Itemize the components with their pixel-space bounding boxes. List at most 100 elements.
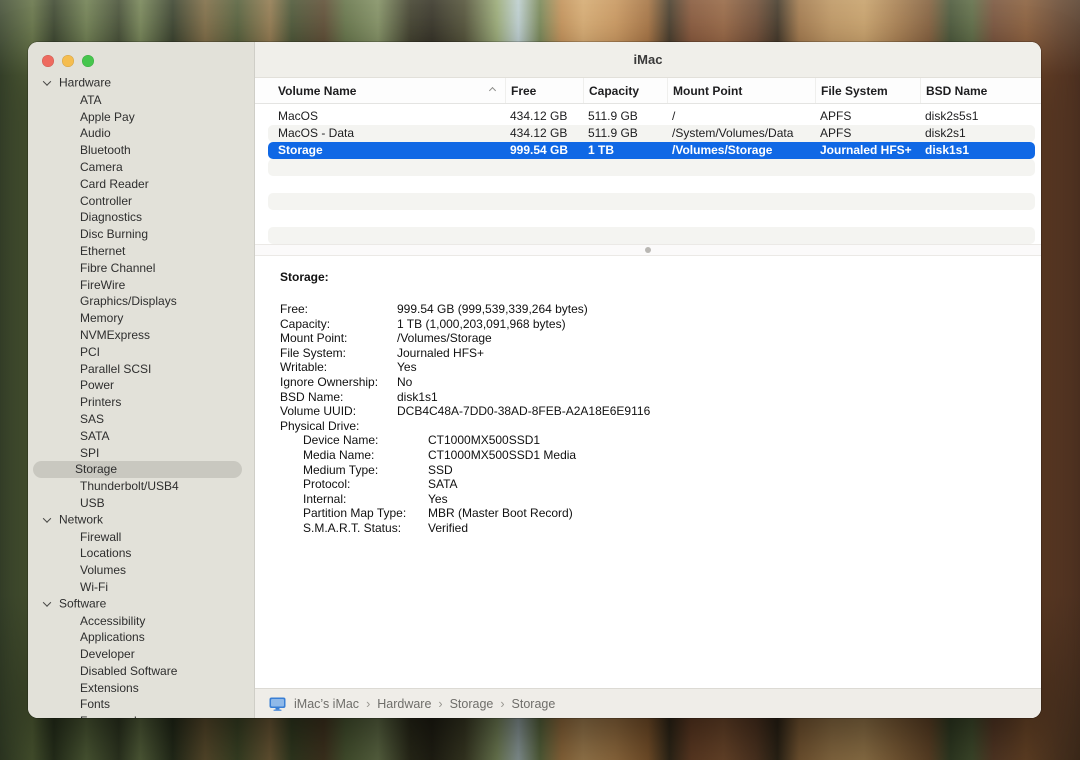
- detail-label: Protocol:: [303, 477, 428, 492]
- detail-label: Writable:: [280, 360, 397, 375]
- detail-row-capacity: Capacity:1 TB (1,000,203,091,968 bytes): [280, 317, 1021, 332]
- sidebar-item-camera[interactable]: Camera: [33, 159, 242, 176]
- sidebar-item-spi[interactable]: SPI: [33, 445, 242, 462]
- sidebar-item-fonts[interactable]: Fonts: [33, 696, 242, 713]
- sidebar-item-disabled-software[interactable]: Disabled Software: [33, 663, 242, 680]
- sidebar-item-usb[interactable]: USB: [33, 495, 242, 512]
- cell-volume: MacOS: [268, 108, 505, 125]
- sidebar-category-list: HardwareATAApple PayAudioBluetoothCamera…: [28, 71, 254, 718]
- sidebar-item-applications[interactable]: Applications: [33, 629, 242, 646]
- sidebar-item-disc-burning[interactable]: Disc Burning: [33, 226, 242, 243]
- table-row-macos[interactable]: MacOS434.12 GB511.9 GB/APFSdisk2s5s1: [268, 108, 1035, 125]
- sidebar-item-audio[interactable]: Audio: [33, 125, 242, 142]
- detail-label: Device Name:: [303, 433, 428, 448]
- detail-row-physical-drive: Physical Drive:: [280, 419, 1021, 434]
- cell-fs: Journaled HFS+: [815, 142, 920, 159]
- breadcrumb-separator: ›: [366, 697, 370, 711]
- sidebar-item-ata[interactable]: ATA: [33, 92, 242, 109]
- sidebar-section-hardware[interactable]: Hardware: [28, 75, 254, 92]
- detail-label: Ignore Ownership:: [280, 375, 397, 390]
- sidebar-item-bluetooth[interactable]: Bluetooth: [33, 142, 242, 159]
- sidebar-item-frameworks[interactable]: Frameworks: [33, 713, 242, 718]
- column-header-file-system[interactable]: File System: [815, 78, 920, 103]
- cell-capacity: 511.9 GB: [583, 108, 667, 125]
- sidebar-item-pci[interactable]: PCI: [33, 344, 242, 361]
- pane-splitter[interactable]: [255, 244, 1041, 256]
- sidebar-section-network[interactable]: Network: [28, 512, 254, 529]
- sidebar-item-storage[interactable]: Storage: [33, 461, 242, 478]
- detail-row-bsd-name: BSD Name:disk1s1: [280, 390, 1021, 405]
- sidebar-item-diagnostics[interactable]: Diagnostics: [33, 209, 242, 226]
- sidebar-item-firewire[interactable]: FireWire: [33, 277, 242, 294]
- chevron-down-icon: [43, 598, 51, 606]
- detail-value: disk1s1: [397, 390, 438, 405]
- sidebar-item-fibre-channel[interactable]: Fibre Channel: [33, 260, 242, 277]
- detail-label: BSD Name:: [280, 390, 397, 405]
- detail-row-partition-map-type: Partition Map Type:MBR (Master Boot Reco…: [303, 506, 1021, 521]
- sidebar-item-controller[interactable]: Controller: [33, 193, 242, 210]
- sidebar-item-developer[interactable]: Developer: [33, 646, 242, 663]
- sidebar-item-printers[interactable]: Printers: [33, 394, 242, 411]
- column-header-label: Capacity: [589, 84, 639, 98]
- volume-table-header: Volume NameFree Capacity Mount PointFile S…: [255, 78, 1041, 104]
- table-empty-row: [268, 193, 1035, 210]
- close-button[interactable]: [42, 55, 54, 67]
- sort-ascending-icon: [489, 87, 496, 94]
- breadcrumb: iMac’s iMac›Hardware›Storage›Storage: [294, 697, 555, 711]
- detail-value: Yes: [428, 492, 448, 507]
- sidebar-item-extensions[interactable]: Extensions: [33, 680, 242, 697]
- breadcrumb-item-imac-s-imac[interactable]: iMac’s iMac: [294, 697, 359, 711]
- breadcrumb-item-hardware[interactable]: Hardware: [377, 697, 431, 711]
- column-header-volume-name[interactable]: Volume Name: [268, 78, 505, 103]
- detail-value: Journaled HFS+: [397, 346, 484, 361]
- sidebar-item-wi-fi[interactable]: Wi-Fi: [33, 579, 242, 596]
- cell-capacity: 1 TB: [583, 142, 667, 159]
- detail-value: MBR (Master Boot Record): [428, 506, 573, 521]
- detail-value: SSD: [428, 463, 453, 478]
- sidebar-item-card-reader[interactable]: Card Reader: [33, 176, 242, 193]
- detail-label: File System:: [280, 346, 397, 361]
- sidebar-item-locations[interactable]: Locations: [33, 545, 242, 562]
- detail-value: /Volumes/Storage: [397, 331, 492, 346]
- cell-mount: /: [667, 108, 815, 125]
- sidebar-item-nvmexpress[interactable]: NVMExpress: [33, 327, 242, 344]
- detail-value: SATA: [428, 477, 458, 492]
- title-bar[interactable]: iMac: [255, 42, 1041, 78]
- table-row-macos-data[interactable]: MacOS - Data434.12 GB511.9 GB/System/Vol…: [268, 125, 1035, 142]
- sidebar-item-parallel-scsi[interactable]: Parallel SCSI: [33, 361, 242, 378]
- detail-label: Mount Point:: [280, 331, 397, 346]
- sidebar-item-sata[interactable]: SATA: [33, 428, 242, 445]
- sidebar-item-ethernet[interactable]: Ethernet: [33, 243, 242, 260]
- breadcrumb-item-storage[interactable]: Storage: [450, 697, 494, 711]
- sidebar-item-sas[interactable]: SAS: [33, 411, 242, 428]
- column-header-capacity[interactable]: Capacity: [583, 78, 667, 103]
- cell-fs: APFS: [815, 108, 920, 125]
- sidebar-item-volumes[interactable]: Volumes: [33, 562, 242, 579]
- zoom-button[interactable]: [82, 55, 94, 67]
- column-header-free[interactable]: Free: [505, 78, 583, 103]
- cell-bsd: disk2s5s1: [920, 108, 1035, 125]
- sidebar-item-accessibility[interactable]: Accessibility: [33, 613, 242, 630]
- table-empty-row: [268, 159, 1035, 176]
- sidebar-item-apple-pay[interactable]: Apple Pay: [33, 109, 242, 126]
- detail-row-writable: Writable:Yes: [280, 360, 1021, 375]
- sidebar-item-power[interactable]: Power: [33, 377, 242, 394]
- sidebar-item-memory[interactable]: Memory: [33, 310, 242, 327]
- sidebar-section-software[interactable]: Software: [28, 596, 254, 613]
- column-header-bsd-name[interactable]: BSD Name: [920, 78, 1035, 103]
- details-heading: Storage:: [280, 270, 1021, 284]
- table-row-storage[interactable]: Storage999.54 GB1 TB/Volumes/StorageJour…: [268, 142, 1035, 159]
- sidebar-item-thunderbolt-usb4[interactable]: Thunderbolt/USB4: [33, 478, 242, 495]
- detail-value: Verified: [428, 521, 468, 536]
- sidebar-item-graphics-displays[interactable]: Graphics/Displays: [33, 293, 242, 310]
- column-header-mount-point[interactable]: Mount Point: [667, 78, 815, 103]
- sidebar-item-firewall[interactable]: Firewall: [33, 529, 242, 546]
- computer-icon: [269, 697, 286, 711]
- breadcrumb-item-storage[interactable]: Storage: [512, 697, 556, 711]
- cell-volume: MacOS - Data: [268, 125, 505, 142]
- cell-free: 434.12 GB: [505, 125, 583, 142]
- breadcrumb-separator: ›: [500, 697, 504, 711]
- detail-row-free: Free:999.54 GB (999,539,339,264 bytes): [280, 302, 1021, 317]
- minimize-button[interactable]: [62, 55, 74, 67]
- detail-label: Volume UUID:: [280, 404, 397, 419]
